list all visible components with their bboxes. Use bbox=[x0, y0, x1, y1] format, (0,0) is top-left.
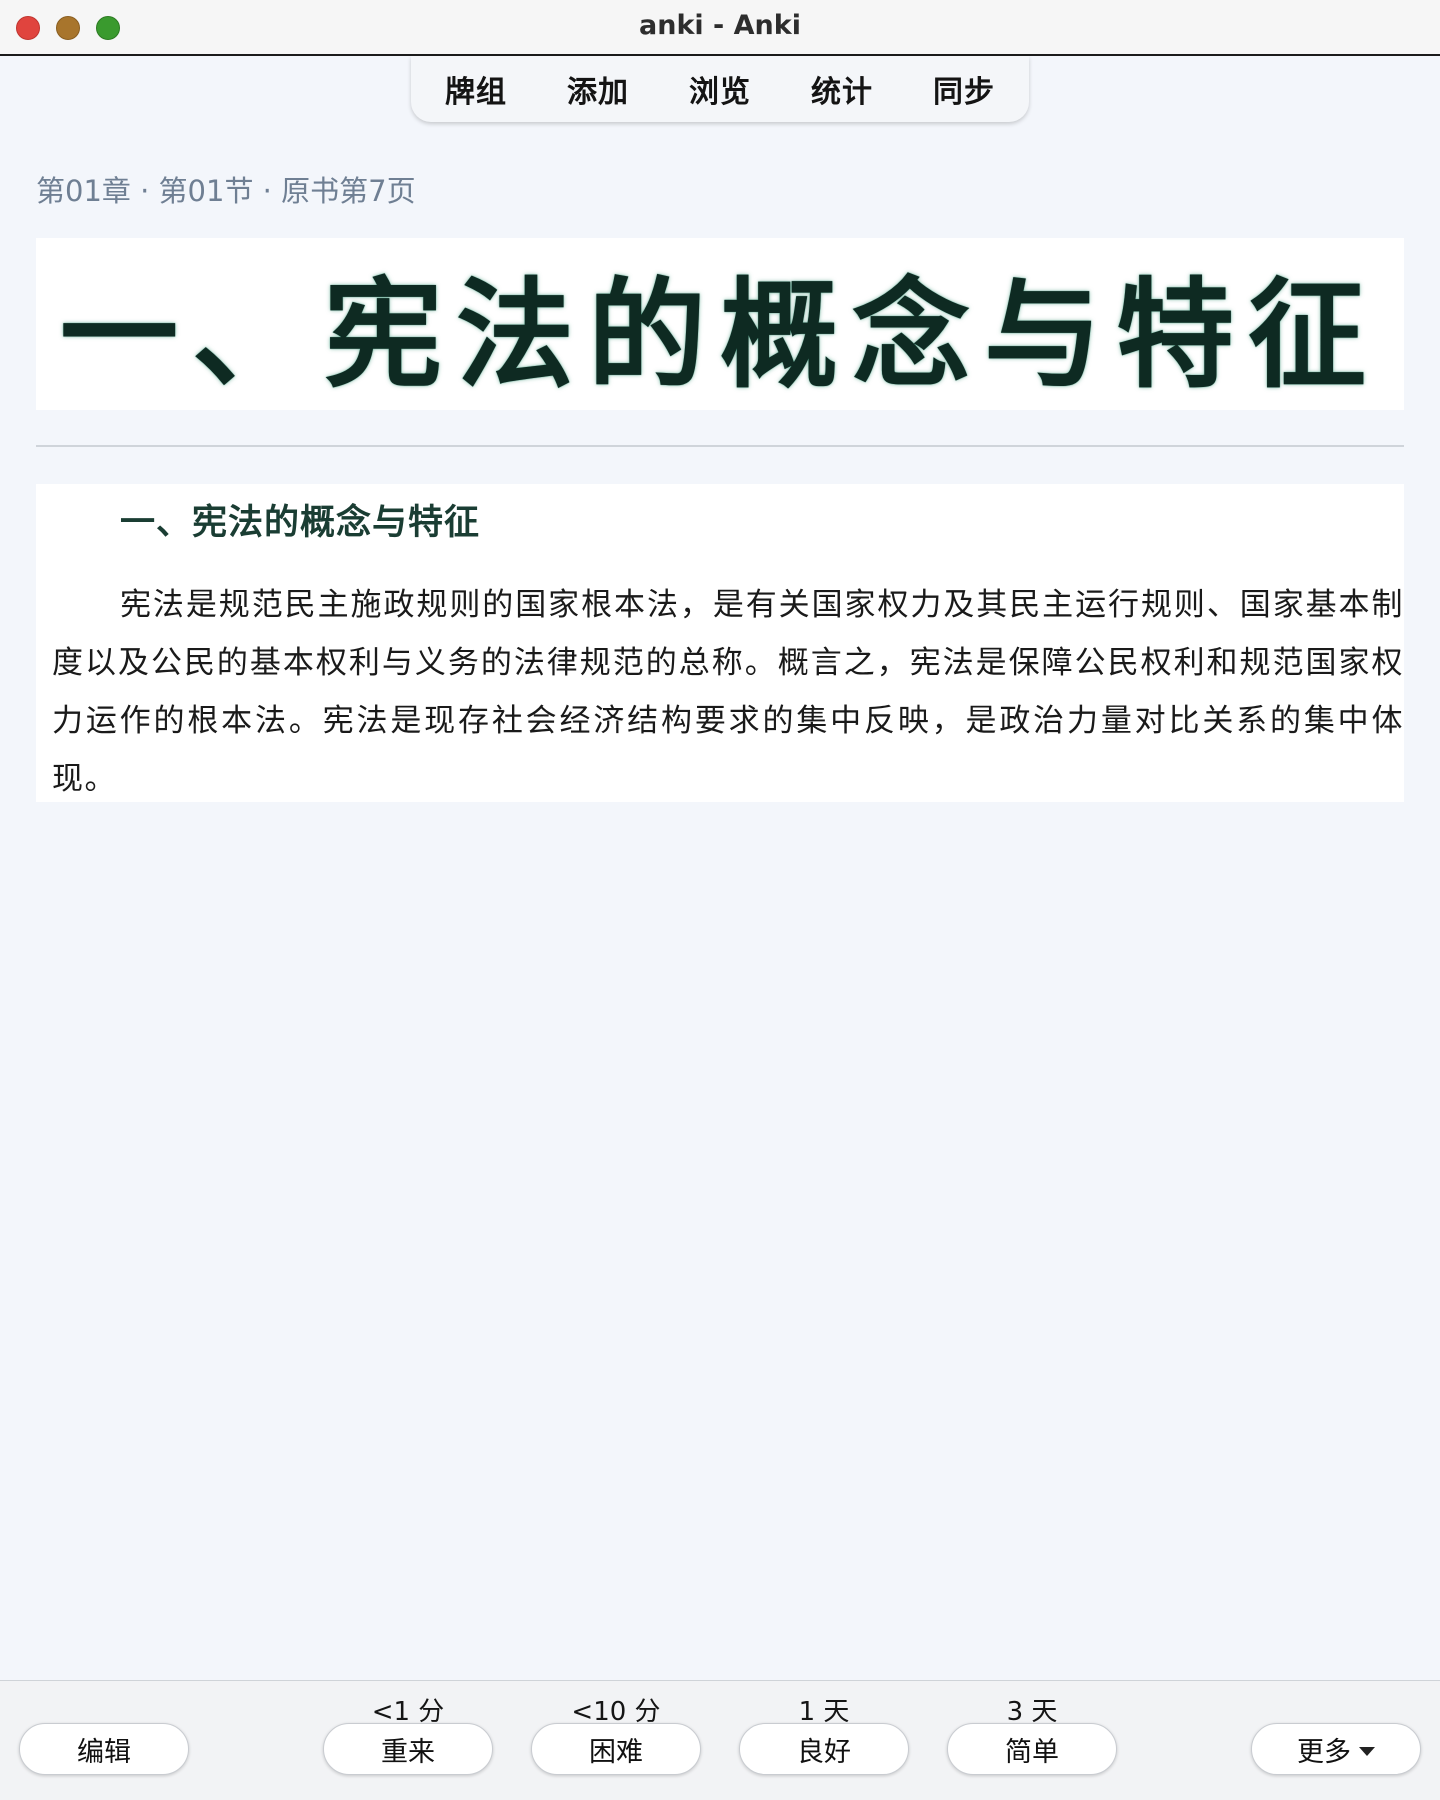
caret-down-icon bbox=[1359, 1746, 1375, 1756]
card-title-image: 一、宪法的概念与特征 bbox=[36, 238, 1404, 410]
edit-button[interactable]: 编辑 bbox=[19, 1723, 189, 1775]
answer-heading: 一、宪法的概念与特征 bbox=[120, 502, 481, 543]
card-breadcrumb: 第01章 · 第01节 · 原书第7页 bbox=[36, 174, 416, 208]
nav-decks[interactable]: 牌组 bbox=[445, 67, 507, 111]
answer-divider bbox=[36, 445, 1404, 447]
more-button[interactable]: 更多 bbox=[1251, 1723, 1421, 1775]
hard-button[interactable]: 困难 bbox=[531, 1723, 701, 1775]
nav-sync[interactable]: 同步 bbox=[933, 67, 995, 111]
good-button[interactable]: 良好 bbox=[739, 1723, 909, 1775]
anki-window: anki - Anki 牌组 添加 浏览 统计 同步 第01章 · 第01节 ·… bbox=[0, 0, 1440, 1800]
review-bottom-bar: 编辑 <1 分 重来 <10 分 困难 1 天 良好 3 天 简单 更多 bbox=[0, 1680, 1440, 1800]
top-nav: 牌组 添加 浏览 统计 同步 bbox=[411, 56, 1029, 122]
window-title: anki - Anki bbox=[639, 10, 801, 41]
more-button-label: 更多 bbox=[1297, 1736, 1351, 1768]
again-button[interactable]: 重来 bbox=[323, 1723, 493, 1775]
card-title-text: 一、宪法的概念与特征 bbox=[59, 264, 1380, 404]
nav-browse[interactable]: 浏览 bbox=[689, 67, 751, 111]
nav-add[interactable]: 添加 bbox=[567, 67, 629, 111]
answer-paragraph: 宪法是规范民主施政规则的国家根本法，是有关国家权力及其民主运行规则、国家基本制度… bbox=[52, 587, 1404, 797]
answer-scan-image: 一、宪法的概念与特征 宪法是规范民主施政规则的国家根本法，是有关国家权力及其民主… bbox=[36, 484, 1404, 802]
title-bar: anki - Anki bbox=[0, 0, 1440, 56]
easy-button[interactable]: 简单 bbox=[947, 1723, 1117, 1775]
nav-stats[interactable]: 统计 bbox=[811, 67, 873, 111]
